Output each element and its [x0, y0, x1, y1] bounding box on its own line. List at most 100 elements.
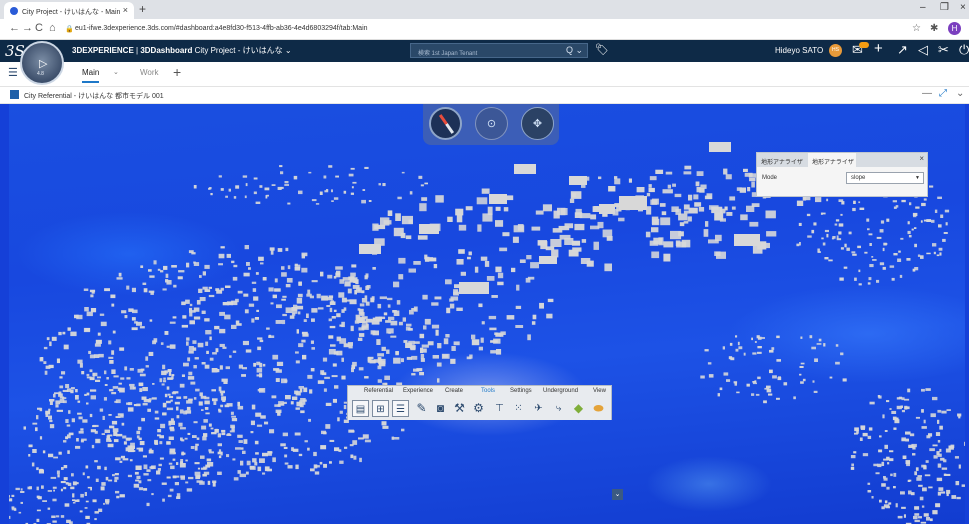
route-icon[interactable]: ⤷	[550, 400, 567, 417]
ab-tab-referential[interactable]: Referential	[364, 388, 393, 394]
close-window-button[interactable]: ×	[960, 2, 966, 13]
building	[47, 490, 52, 492]
building	[43, 361, 47, 364]
bookmark-star-icon[interactable]: ☆	[912, 23, 921, 34]
tab-work[interactable]: Work	[140, 68, 159, 77]
building	[581, 239, 587, 243]
building	[23, 426, 26, 430]
building	[258, 256, 264, 261]
terrain-tab-2[interactable]: 地形アナライザ	[808, 153, 856, 167]
building	[393, 310, 400, 316]
building	[923, 198, 927, 201]
building	[515, 305, 522, 309]
building	[645, 231, 651, 238]
building	[63, 344, 69, 350]
building	[198, 401, 203, 406]
user-name[interactable]: Hideyo SATO	[775, 46, 823, 55]
expand-widget-icon[interactable]: ⤢	[939, 88, 947, 99]
forward-icon[interactable]: →	[22, 22, 33, 34]
nav-compass-button[interactable]	[429, 107, 462, 140]
camera-icon[interactable]: ◙	[432, 400, 449, 417]
terrain-icon[interactable]: ◆	[570, 400, 587, 417]
browser-tab[interactable]: City Project - けいはんな - Main ×	[4, 2, 134, 19]
app-title[interactable]: 3DEXPERIENCE | 3DDashboard City Project …	[72, 45, 292, 56]
scatter-icon[interactable]: ⁙	[510, 400, 527, 417]
maximize-button[interactable]: ❐	[940, 2, 949, 13]
ab-tab-underground[interactable]: Underground	[543, 388, 578, 394]
dashboard-menu-icon[interactable]: ☰	[8, 66, 18, 79]
table-icon[interactable]: ▤	[352, 400, 369, 417]
ab-tab-view[interactable]: View	[593, 388, 606, 394]
close-panel-icon[interactable]: ×	[919, 154, 924, 163]
add-tab-button[interactable]: +	[173, 64, 181, 80]
ab-tab-settings[interactable]: Settings	[510, 388, 532, 394]
building	[115, 457, 121, 461]
building	[108, 479, 113, 482]
add-icon[interactable]: +	[874, 40, 883, 57]
3d-viewport[interactable]: ⊙ ✥ 地形アナライザ 地形アナライザ × Mode slope ▼	[9, 104, 965, 524]
compass-widget[interactable]: ▷ 4.8	[20, 41, 64, 85]
building	[858, 201, 861, 204]
ellipse-icon[interactable]: ⬬	[590, 400, 607, 417]
building	[136, 447, 140, 450]
building	[231, 415, 236, 418]
ab-tab-tools[interactable]: Tools	[481, 388, 495, 394]
building	[269, 429, 275, 434]
new-tab-button[interactable]: +	[139, 2, 146, 16]
building	[328, 349, 336, 355]
building	[36, 467, 39, 471]
mode-select[interactable]: slope ▼	[846, 172, 924, 184]
close-tab-icon[interactable]: ×	[123, 5, 128, 15]
extensions-icon[interactable]: ✱	[930, 23, 938, 34]
ab-tab-create[interactable]: Create	[445, 388, 463, 394]
communicate-icon[interactable]: ◁	[918, 42, 928, 58]
url-field[interactable]: 🔒 eu1-ifwe.3dexperience.3ds.com/#dashboa…	[63, 22, 883, 37]
terrain-tab-1[interactable]: 地形アナライザ	[757, 153, 808, 167]
building	[113, 431, 118, 436]
tab-main-chevron-icon[interactable]: ⌄	[113, 68, 119, 76]
building	[590, 225, 600, 230]
pin-icon[interactable]: ⊤	[491, 400, 508, 417]
building	[92, 373, 95, 377]
building	[651, 227, 659, 233]
back-icon[interactable]: ←	[9, 22, 20, 34]
building	[723, 372, 729, 376]
building	[52, 520, 57, 523]
building	[636, 187, 645, 193]
tools-icon[interactable]: ✂	[938, 42, 949, 58]
profile-avatar[interactable]: H	[948, 22, 961, 35]
building	[420, 348, 427, 353]
building	[284, 184, 289, 186]
building	[187, 357, 191, 362]
collapse-action-bar-icon[interactable]: ⌄	[612, 489, 623, 500]
nav-zoom-button[interactable]: ⊙	[475, 107, 508, 140]
ab-tab-experience[interactable]: Experience	[403, 388, 433, 394]
widget-menu-icon[interactable]: ⌄	[956, 88, 964, 99]
tag-icon[interactable]: 🏷	[595, 43, 609, 56]
plane-icon[interactable]: ✈	[530, 400, 547, 417]
building	[733, 381, 738, 384]
pencil-icon[interactable]: ✎	[413, 400, 430, 417]
minimize-button[interactable]: –	[920, 2, 926, 13]
building	[303, 319, 307, 322]
user-avatar[interactable]: HS	[829, 44, 842, 57]
building	[451, 346, 456, 351]
share-icon[interactable]: ↗	[897, 42, 908, 58]
building	[131, 287, 136, 293]
building	[308, 171, 312, 174]
nav-pan-button[interactable]: ✥	[521, 107, 554, 140]
minimize-widget-icon[interactable]: —	[922, 88, 932, 99]
building	[51, 336, 57, 341]
list-icon[interactable]: ☰	[392, 400, 409, 417]
grid-icon[interactable]: ⊞	[372, 400, 389, 417]
search-icon[interactable]: Q ⌄	[566, 45, 583, 56]
measure-icon[interactable]: ⚒	[451, 400, 468, 417]
user-settings-icon[interactable]: ⚙	[470, 400, 487, 417]
building	[891, 277, 895, 281]
help-icon[interactable]: ⏻	[959, 42, 969, 58]
search-input[interactable]: 検索 1st Japan Tenant Q ⌄	[410, 43, 588, 58]
tab-main[interactable]: Main	[82, 68, 100, 83]
reload-icon[interactable]: C	[35, 22, 43, 34]
home-icon[interactable]: ⌂	[49, 22, 56, 34]
building	[214, 429, 219, 433]
